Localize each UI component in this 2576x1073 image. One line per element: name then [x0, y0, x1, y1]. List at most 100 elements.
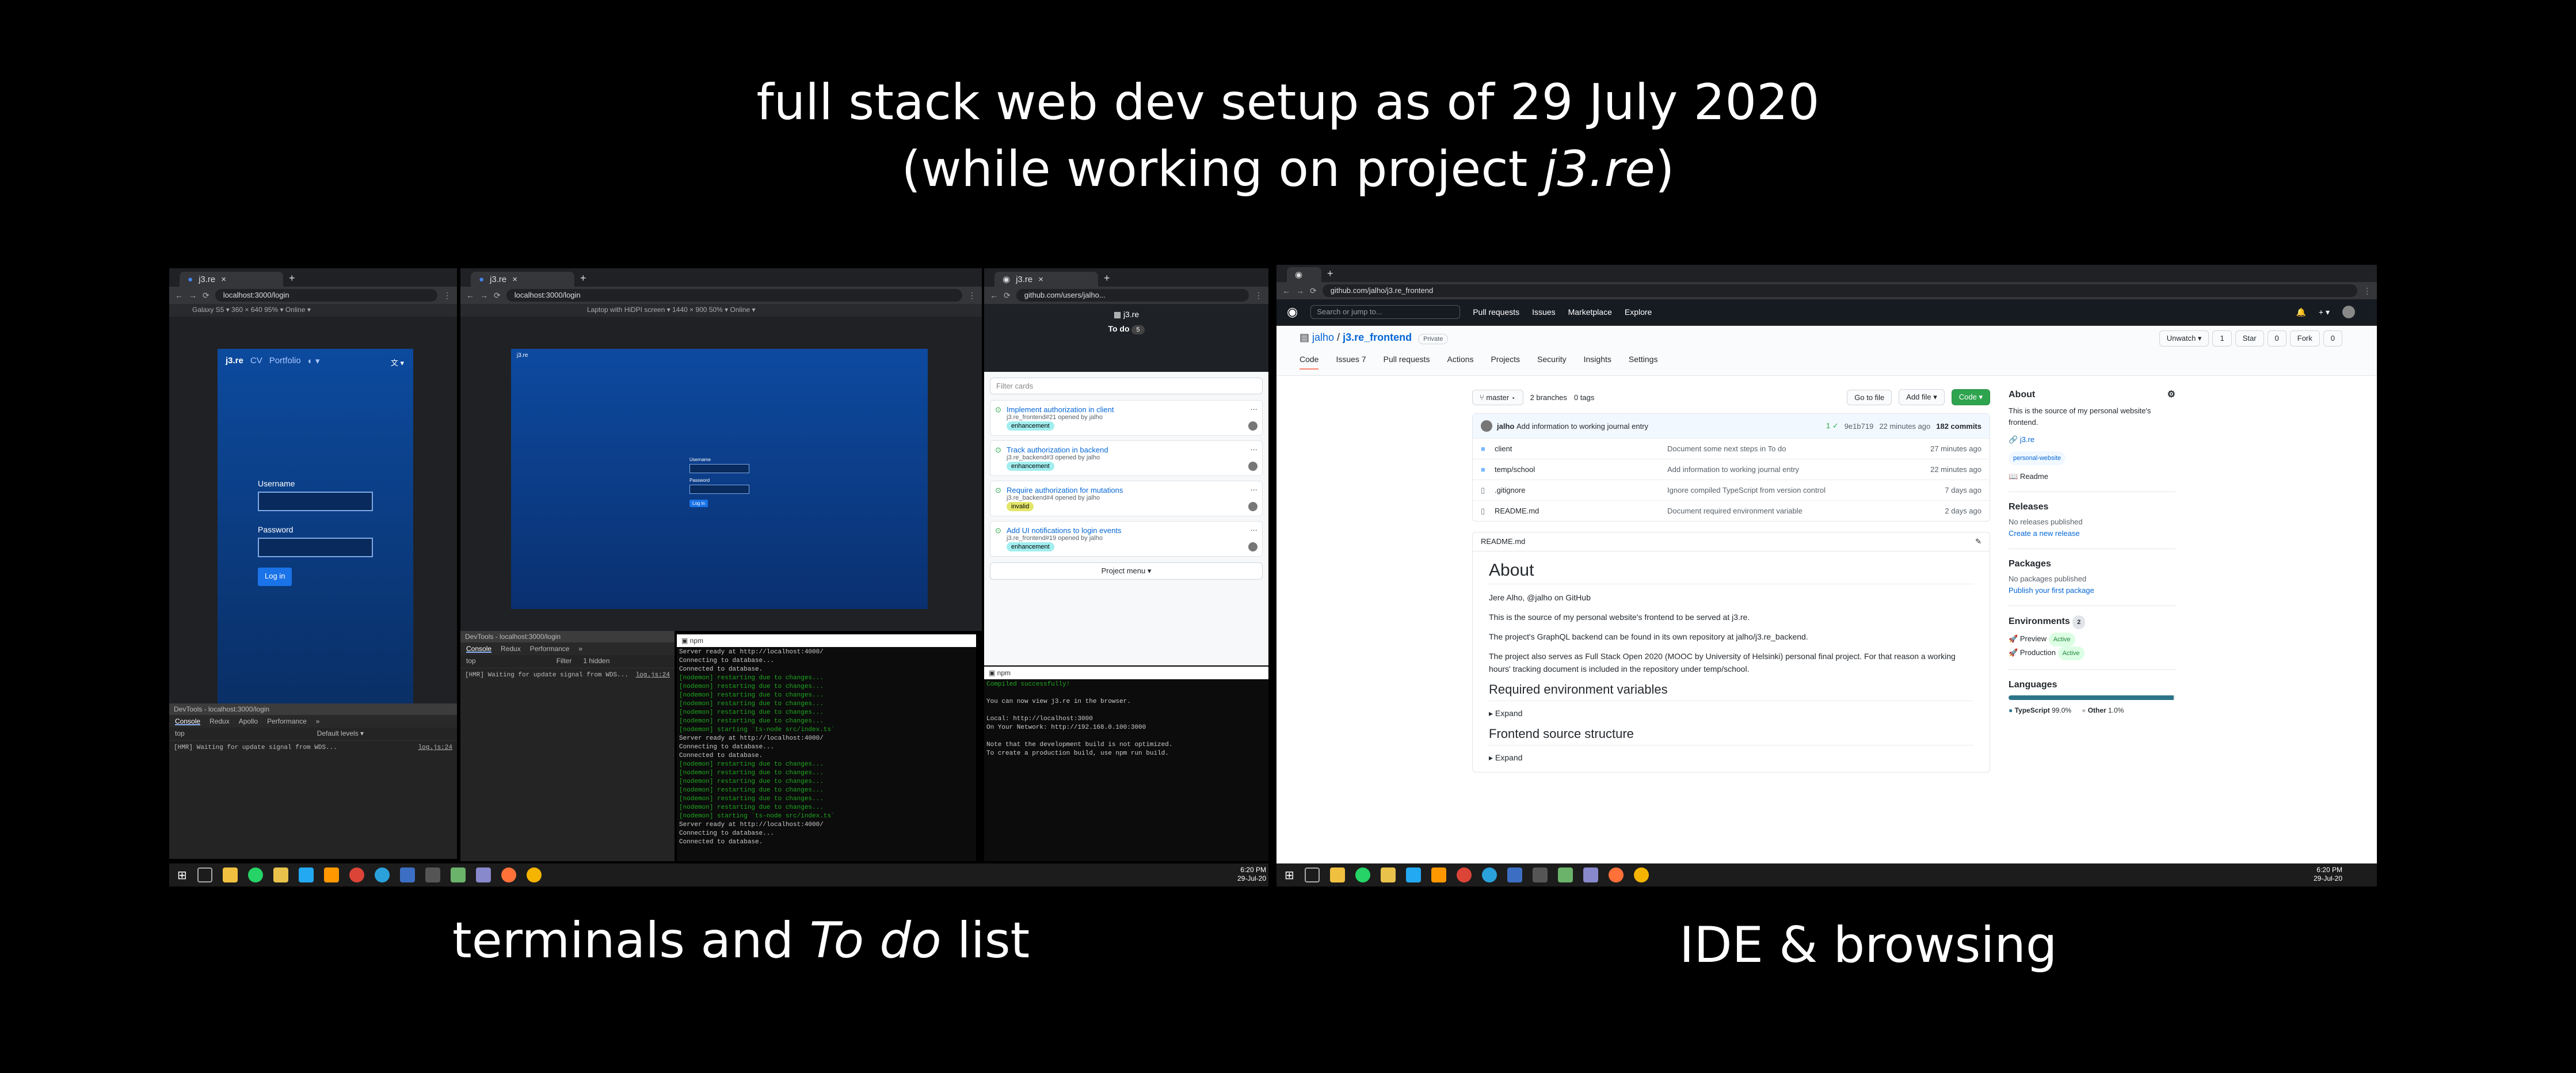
fork-count[interactable]: 0 [2323, 330, 2342, 347]
chrome-icon[interactable] [1456, 867, 1472, 882]
avatar[interactable] [1248, 502, 1257, 511]
branches-link[interactable]: 2 branches [1530, 393, 1567, 402]
create-new-icon[interactable]: + ▾ [2319, 307, 2330, 317]
file-commit-message[interactable]: Add information to working journal entry [1667, 465, 1930, 474]
todo-card[interactable]: ⊙ Track authorization in backend j3.re_bac… [990, 440, 1263, 476]
env-production[interactable]: 🚀 Production Active [2009, 646, 2175, 670]
whatsapp-icon[interactable] [247, 867, 263, 882]
devtools1-tab-performance[interactable]: Performance [267, 717, 307, 725]
reload-icon[interactable]: ⟳ [494, 291, 501, 300]
tab-settings[interactable]: Settings [1629, 355, 1658, 370]
taskbar-right-clock[interactable]: 6:20 PM 29-Jul-20 [2308, 866, 2342, 883]
packages-title[interactable]: Packages [2009, 558, 2175, 570]
file-explorer-icon[interactable] [1329, 867, 1345, 882]
site-logo[interactable]: j3.re [226, 356, 243, 366]
powershell-icon[interactable] [1507, 867, 1522, 882]
reload-icon[interactable]: ⟳ [1310, 286, 1317, 296]
star-button[interactable]: Star [2235, 330, 2264, 347]
github-tab[interactable]: ◉ [1287, 267, 1321, 282]
file-name[interactable]: README.md [1495, 507, 1667, 515]
browser1-url[interactable]: localhost:3000/login [215, 289, 437, 302]
taskbar-left-clock[interactable]: 6:20 PM 29-Jul-20 [1232, 866, 1266, 883]
repo-name[interactable]: j3.re_frontend [1343, 332, 1412, 343]
reload-icon[interactable]: ⟳ [203, 291, 209, 300]
todo-card-title[interactable]: Track authorization in backend [1007, 446, 1256, 454]
devtools2-log-src[interactable]: log.js:24 [636, 672, 670, 679]
chrome-dev-icon[interactable] [1633, 867, 1649, 882]
paint-icon[interactable] [450, 867, 466, 882]
todo-card[interactable]: ⊙ Add UI notifications to login events j3.… [990, 521, 1263, 557]
devtools2-filter[interactable]: Filter [557, 657, 572, 666]
devtools1-log-src[interactable]: log.js:24 [418, 744, 452, 751]
table-row[interactable]: ▯ README.md Document required environment … [1473, 500, 1990, 521]
nav-issues[interactable]: Issues [1532, 307, 1555, 317]
tab-pull-requests[interactable]: Pull requests [1384, 355, 1430, 370]
git-icon[interactable] [475, 867, 491, 882]
terminal-frontend-output[interactable]: Compiled successfully! You can now view … [984, 679, 1268, 861]
forward-icon[interactable]: → [480, 291, 488, 300]
powershell-icon[interactable] [399, 867, 415, 882]
menu-icon[interactable]: ⋮ [968, 291, 976, 300]
commit-hash[interactable]: 9e1b719 [1845, 422, 1874, 431]
vscode-icon[interactable] [1405, 867, 1421, 882]
task-view-icon[interactable] [197, 867, 212, 882]
windows-start-icon[interactable]: ⊞ [177, 868, 187, 882]
todo-card-label[interactable]: enhancement [1007, 421, 1054, 431]
watch-count[interactable]: 1 [2212, 330, 2232, 347]
edit-icon[interactable]: ✎ [1975, 537, 1981, 546]
browser2-device-bar[interactable]: Laptop with HiDPI screen ▾ 1440 × 900 50… [460, 304, 982, 317]
todo-card-title[interactable]: Implement authorization in client [1007, 405, 1256, 414]
add-file-button[interactable]: Add file ▾ [1899, 389, 1945, 405]
laptop-login-button[interactable]: Log in [689, 500, 708, 507]
fork-button[interactable]: Fork [2289, 330, 2320, 347]
github-url[interactable]: github.com/jalho/j3.re_frontend [1322, 284, 2357, 297]
table-row[interactable]: ▯ .gitignore Ignore compiled TypeScript fr… [1473, 480, 1990, 500]
file-name[interactable]: temp/school [1495, 465, 1667, 474]
sublime-icon[interactable] [323, 867, 339, 882]
todo-tab[interactable]: ◉ j3.re × [994, 272, 1098, 287]
tab-insights[interactable]: Insights [1584, 355, 1611, 370]
telegram-icon[interactable] [1481, 867, 1497, 882]
project-menu-button[interactable]: Project menu ▾ [990, 562, 1263, 580]
go-to-file-button[interactable]: Go to file [1847, 389, 1892, 405]
todo-card[interactable]: ⊙ Require authorization for mutations j3.r… [990, 481, 1263, 516]
card-menu-icon[interactable]: … [1250, 484, 1257, 492]
devtools1-levels[interactable]: Default levels ▾ [317, 729, 364, 739]
whatsapp-icon[interactable] [1355, 867, 1370, 882]
avatar[interactable] [1248, 462, 1257, 471]
close-icon[interactable]: × [512, 275, 517, 284]
tab-issues[interactable]: Issues 7 [1336, 355, 1366, 370]
laptop-site-logo[interactable]: j3.re [517, 352, 528, 359]
publish-package-link[interactable]: Publish your first package [2009, 585, 2175, 606]
commit-count[interactable]: 182 commits [1936, 422, 1981, 431]
menu-icon[interactable]: ⋮ [1255, 291, 1263, 300]
create-release-link[interactable]: Create a new release [2009, 528, 2175, 549]
back-icon[interactable]: ← [1282, 286, 1290, 295]
forward-icon[interactable]: → [1296, 286, 1304, 295]
language-other[interactable]: ● Other 1.0% [2082, 705, 2124, 716]
avatar[interactable] [1248, 421, 1257, 431]
todo-card-label[interactable]: invalid [1007, 502, 1034, 511]
file-commit-message[interactable]: Document some next steps in To do [1667, 444, 1930, 453]
table-row[interactable]: ■ temp/school Add information to working j… [1473, 459, 1990, 480]
git-icon[interactable] [1583, 867, 1598, 882]
windows-start-icon[interactable]: ⊞ [1285, 868, 1294, 882]
laptop-username-input[interactable] [689, 464, 749, 473]
back-icon[interactable]: ← [175, 291, 183, 300]
language-typescript[interactable]: ● TypeScript 99.0% [2009, 705, 2071, 716]
devtools2-context[interactable]: top [466, 657, 476, 666]
expand-structure[interactable]: ▸ Expand [1489, 751, 1973, 764]
nav-pull-requests[interactable]: Pull requests [1473, 307, 1519, 317]
devtools1-tab-apollo[interactable]: Apollo [239, 717, 258, 725]
releases-title[interactable]: Releases [2009, 501, 2175, 513]
new-tab-icon[interactable]: + [283, 272, 301, 287]
devtools1-tab-console[interactable]: Console [175, 717, 201, 725]
card-menu-icon[interactable]: … [1250, 443, 1257, 452]
devtools2-tab-more[interactable]: » [578, 645, 582, 653]
devtools1-context[interactable]: top [175, 729, 185, 739]
devtools2-tab-redux[interactable]: Redux [501, 645, 521, 653]
readme-link[interactable]: 📖 Readme [2009, 471, 2175, 492]
notes-icon[interactable] [273, 867, 288, 882]
topic-tag[interactable]: personal-website [2009, 451, 2066, 465]
devtools2-tab-console[interactable]: Console [466, 645, 492, 653]
